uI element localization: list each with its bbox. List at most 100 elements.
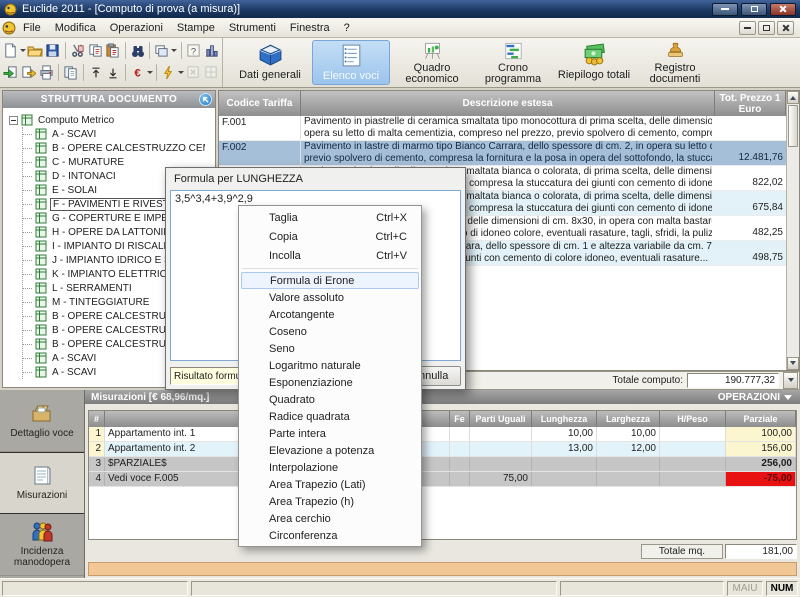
- open-button[interactable]: [26, 41, 44, 60]
- column-descrizione-estesa[interactable]: Descrizione estesa: [301, 91, 715, 116]
- menu-item-area-trapezio-lati[interactable]: Area Trapezio (Lati): [239, 476, 421, 493]
- copy-button[interactable]: [86, 41, 104, 60]
- menu-item-formula-di-erone[interactable]: Formula di Erone: [241, 272, 419, 289]
- node-table-icon: [35, 142, 47, 154]
- toolbar-crono-programma-button[interactable]: Crono programma: [474, 40, 552, 85]
- menu-item-arcotangente[interactable]: Arcotangente: [239, 306, 421, 323]
- column-codice-tariffa[interactable]: Codice Tariffa: [219, 91, 301, 116]
- dock-button-label: Incidenza manodopera: [2, 546, 82, 568]
- cut-button[interactable]: [69, 41, 87, 60]
- structure-panel-header: STRUTTURA DOCUMENTO: [3, 91, 215, 108]
- move-top-button[interactable]: [87, 63, 105, 82]
- save-button[interactable]: [44, 41, 62, 60]
- dock-misurazioni-button[interactable]: Misurazioni: [0, 452, 84, 514]
- mdi-minimize-button[interactable]: [739, 21, 756, 35]
- tree-item[interactable]: B - OPERE CALCESTRUZZO CEMENTIZI: [23, 141, 215, 155]
- currency-button[interactable]: €: [129, 63, 153, 82]
- import-button[interactable]: [2, 63, 20, 82]
- operations-menu-button[interactable]: OPERAZIONI: [718, 391, 792, 404]
- menu-item-interpolazione[interactable]: Interpolazione: [239, 459, 421, 476]
- scroll-up-button[interactable]: [787, 91, 799, 104]
- scrollbar-track[interactable]: [787, 148, 799, 357]
- mdi-restore-button[interactable]: [758, 21, 775, 35]
- price-row-selected[interactable]: F.002 Pavimento in lastre di marmo tipo …: [219, 141, 786, 166]
- column-h-peso[interactable]: H/Peso: [660, 411, 726, 427]
- menu-item-circonferenza[interactable]: Circonferenza: [239, 527, 421, 544]
- menu-item-radice-quadrata[interactable]: Radice quadrata: [239, 408, 421, 425]
- minimize-button[interactable]: [712, 3, 738, 16]
- menu-item-area-cerchio[interactable]: Area cerchio: [239, 510, 421, 527]
- tree-item[interactable]: A - SCAVI: [23, 127, 215, 141]
- menu-help[interactable]: ?: [337, 20, 357, 36]
- presentation-chart-icon: [419, 41, 446, 61]
- paste-button[interactable]: [104, 41, 122, 60]
- vertical-scrollbar[interactable]: [786, 91, 799, 370]
- menu-operazioni[interactable]: Operazioni: [103, 20, 170, 36]
- measure-row-reference[interactable]: 4 Vedi voce F.005 75,00 -75,00: [89, 472, 796, 487]
- toolbar-dati-generali-button[interactable]: Dati generali: [231, 40, 309, 85]
- menu-file[interactable]: File: [16, 20, 48, 36]
- dock-dettaglio-voce-button[interactable]: Dettaglio voce: [0, 390, 84, 452]
- help-button[interactable]: ?: [185, 41, 203, 60]
- scroll-down-button[interactable]: [787, 357, 799, 370]
- tree-root-item[interactable]: Computo Metrico: [9, 113, 215, 127]
- measure-row[interactable]: 1 Appartamento int. 1 10,00 10,00 100,00: [89, 427, 796, 442]
- column-fe[interactable]: Fe: [450, 411, 470, 427]
- statistics-button[interactable]: [202, 41, 220, 60]
- toolbar-registro-documenti-button[interactable]: Registro documenti: [636, 40, 714, 85]
- menu-item-valore-assoluto[interactable]: Valore assoluto: [239, 289, 421, 306]
- menu-item-logaritmo-naturale[interactable]: Logaritmo naturale: [239, 357, 421, 374]
- new-document-icon: [3, 43, 18, 58]
- menu-strumenti[interactable]: Strumenti: [222, 20, 283, 36]
- column-tot-prezzo[interactable]: Tot. Prezzo 1 Euro: [715, 91, 786, 116]
- menu-item-area-trapezio-h[interactable]: Area Trapezio (h): [239, 493, 421, 510]
- new-document-button[interactable]: [2, 41, 26, 60]
- toolbar-elenco-voci-button[interactable]: Elenco voci: [312, 40, 390, 85]
- toolbar-quadro-economico-button[interactable]: Quadro economico: [393, 40, 471, 85]
- menu-modifica[interactable]: Modifica: [48, 20, 103, 36]
- highlight-button[interactable]: [160, 63, 184, 82]
- column-parti-uguali[interactable]: Parti Uguali: [470, 411, 532, 427]
- scrollbar-thumb[interactable]: [788, 105, 798, 147]
- close-button[interactable]: [770, 3, 796, 16]
- menu-stampe[interactable]: Stampe: [170, 20, 222, 36]
- window-layout-button[interactable]: [153, 41, 177, 60]
- menu-item-esponenziazione[interactable]: Esponenziazione: [239, 374, 421, 391]
- column-parziale[interactable]: Parziale: [726, 411, 796, 427]
- move-bottom-button[interactable]: [104, 63, 122, 82]
- find-button[interactable]: [129, 41, 147, 60]
- measure-row-subtotal[interactable]: 3 $PARZIALE$ 256,00: [89, 457, 796, 472]
- print-button[interactable]: [37, 63, 55, 82]
- dock-incidenza-manodopera-button[interactable]: Incidenza manodopera: [0, 514, 84, 576]
- duplicate-button[interactable]: [62, 63, 80, 82]
- price-table-header: Codice Tariffa Descrizione estesa Tot. P…: [219, 91, 786, 116]
- menu-item-copia[interactable]: CopiaCtrl+C: [239, 227, 421, 246]
- mdi-close-button[interactable]: [777, 21, 794, 35]
- menu-item-quadrato[interactable]: Quadrato: [239, 391, 421, 408]
- column-lunghezza[interactable]: Lunghezza: [532, 411, 597, 427]
- binoculars-icon: [130, 43, 146, 59]
- menu-item-taglia[interactable]: TagliaCtrl+X: [239, 208, 421, 227]
- measure-row[interactable]: 2 Appartamento int. 2 13,00 12,00 156,00: [89, 442, 796, 457]
- menu-item-elevazione-a-potenza[interactable]: Elevazione a potenza: [239, 442, 421, 459]
- data-box-icon: [257, 41, 284, 68]
- status-segment: [2, 581, 188, 596]
- toolbar-riepilogo-totali-button[interactable]: Riepilogo totali: [555, 40, 633, 85]
- restore-button[interactable]: [741, 3, 767, 16]
- menu-item-incolla[interactable]: IncollaCtrl+V: [239, 246, 421, 265]
- price-row[interactable]: F.001 Pavimento in piastrelle di ceramic…: [219, 116, 786, 141]
- column-larghezza[interactable]: Larghezza: [597, 411, 660, 427]
- menu-item-seno[interactable]: Seno: [239, 340, 421, 357]
- collapse-expander-icon[interactable]: [9, 116, 18, 125]
- menu-item-coseno[interactable]: Coseno: [239, 323, 421, 340]
- menu-item-parte-intera[interactable]: Parte intera: [239, 425, 421, 442]
- title-bar: Euclide 2011 - [Computo di prova (a misu…: [0, 0, 800, 18]
- panel-collapse-button[interactable]: [199, 93, 212, 106]
- menu-finestra[interactable]: Finestra: [283, 20, 337, 36]
- column-number[interactable]: #: [89, 411, 105, 427]
- item-list-icon: [338, 42, 365, 69]
- totals-dropdown-button[interactable]: [783, 372, 798, 389]
- money-icon: [581, 41, 608, 68]
- document-logo-icon: [2, 21, 16, 35]
- export-button[interactable]: [20, 63, 38, 82]
